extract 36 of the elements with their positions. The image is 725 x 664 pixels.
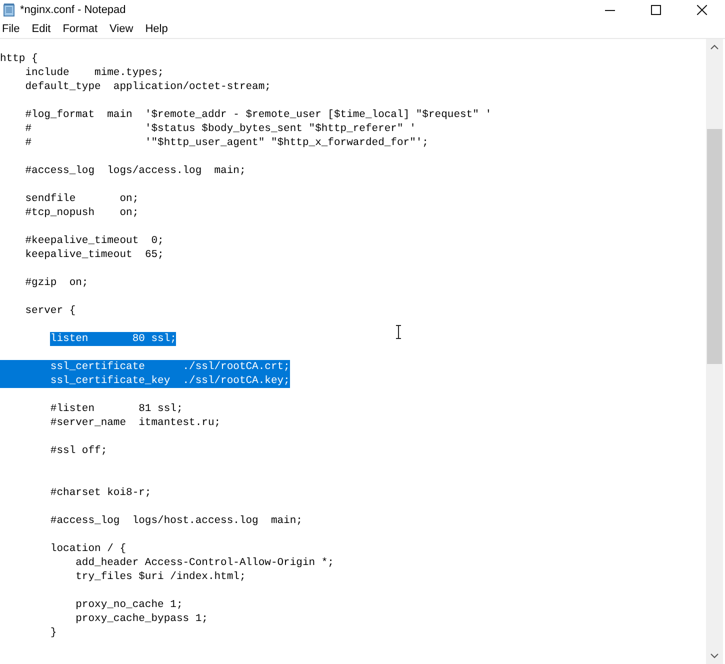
menu-item[interactable]: Format [56, 20, 104, 38]
code-line: # '$status $body_bytes_sent "$http_referer" ' [25, 122, 416, 136]
maximize-icon [651, 5, 661, 15]
vertical-scrollbar[interactable] [706, 39, 723, 664]
window-title: *nginx.conf - Notepad [20, 2, 126, 18]
code-line: include mime.types; [25, 66, 164, 80]
code-line: #tcp_nopush on; [25, 206, 139, 220]
code-line: keepalive_timeout 65; [25, 248, 164, 262]
code-line: #access_log logs/host.access.log main; [50, 514, 302, 528]
menu-item[interactable]: View [104, 20, 140, 38]
menu-item[interactable]: Edit [26, 20, 57, 38]
code-line: #charset koi8-r; [50, 486, 152, 500]
code-line: #keepalive_timeout 0; [25, 234, 164, 248]
code-line: http { [0, 52, 38, 66]
code-line: sendfile on; [25, 192, 139, 206]
i-beam-cursor-icon [395, 325, 402, 339]
close-icon [697, 5, 707, 15]
code-line: proxy_no_cache 1; [76, 598, 183, 612]
code-line: #server_name itmantest.ru; [50, 416, 221, 430]
code-line: #access_log logs/access.log main; [25, 164, 246, 178]
code-line: #gzip on; [25, 276, 88, 290]
code-line: server { [25, 304, 76, 318]
scroll-thumb[interactable] [707, 129, 722, 364]
code-line: # '"$http_user_agent" "$http_x_forwarded_for"'; [25, 136, 428, 150]
code-line: #ssl off; [50, 444, 108, 458]
code-line: #listen 81 ssl; [50, 402, 183, 416]
menu-item[interactable]: File [0, 20, 26, 38]
code-line: #log_format main '$remote_addr - $remote_user [$time_local] "$request" ' [25, 108, 492, 122]
code-line: add_header Access-Control-Allow-Origin *; [76, 556, 334, 570]
notepad-icon [3, 3, 16, 17]
code-line: proxy_cache_bypass 1; [76, 612, 208, 626]
menu-item[interactable]: Help [139, 20, 174, 38]
code-line: try_files $uri /index.html; [76, 570, 246, 584]
code-line: default_type application/octet-stream; [25, 80, 271, 94]
code-line: location / { [50, 542, 126, 556]
code-line: } [50, 626, 57, 640]
